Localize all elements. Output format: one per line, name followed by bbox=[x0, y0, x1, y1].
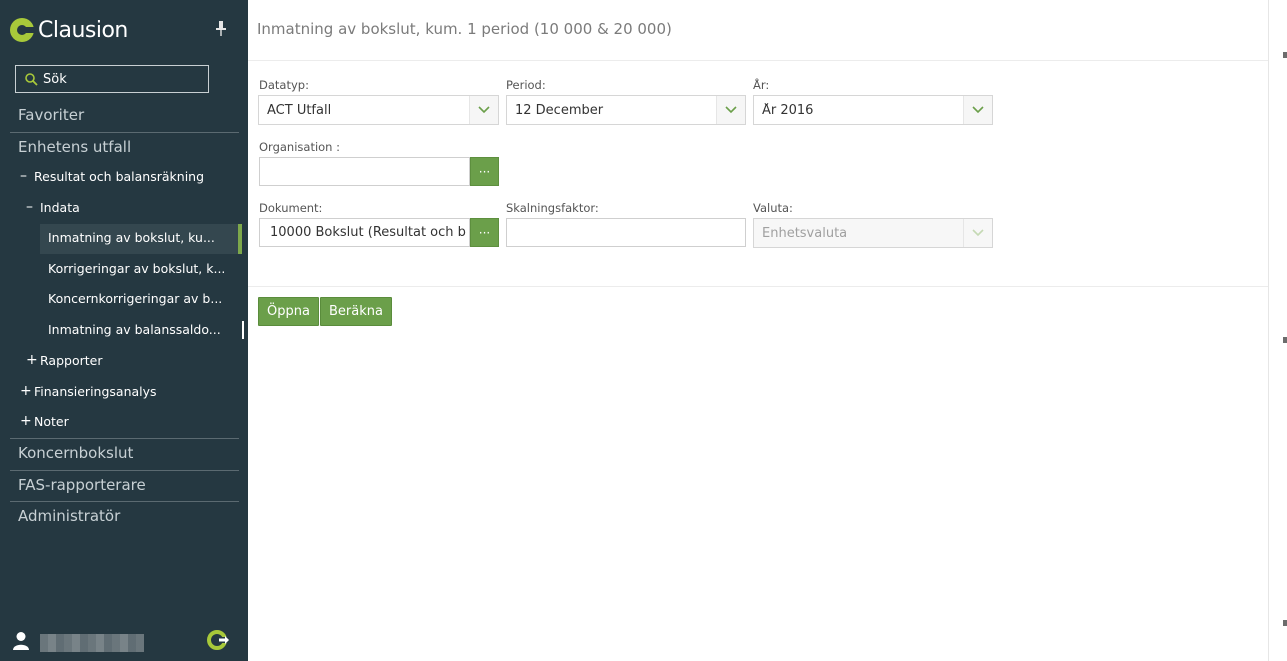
chevron-down-icon bbox=[963, 219, 992, 247]
dokument-browse-button[interactable]: ··· bbox=[470, 218, 499, 247]
scrollbar-track[interactable] bbox=[1268, 0, 1269, 661]
section-koncernbokslut[interactable]: Koncernbokslut bbox=[18, 444, 133, 462]
ar-value: År 2016 bbox=[762, 102, 814, 118]
edge-marker bbox=[1283, 52, 1287, 58]
header-divider bbox=[248, 60, 1268, 61]
section-administrator[interactable]: Administratör bbox=[18, 507, 120, 525]
search-box[interactable] bbox=[15, 65, 209, 93]
pin-icon[interactable] bbox=[216, 21, 226, 41]
valuta-value: Enhetsvaluta bbox=[762, 225, 848, 241]
divider bbox=[10, 438, 239, 439]
ar-select[interactable]: År 2016 bbox=[753, 95, 993, 125]
sidebar-item-inmatning-balanssaldo[interactable]: Inmatning av balanssaldo... bbox=[48, 322, 221, 337]
sidebar-item-inmatning-bokslut[interactable]: Inmatning av bokslut, ku... bbox=[48, 230, 215, 245]
organisation-label: Organisation : bbox=[259, 140, 341, 154]
organisation-input[interactable] bbox=[259, 157, 470, 186]
expand-icon: + bbox=[26, 352, 38, 368]
divider bbox=[10, 470, 239, 471]
logo-text: Clausion bbox=[38, 17, 128, 43]
collapse-icon: – bbox=[20, 168, 27, 184]
user-icon[interactable] bbox=[12, 631, 30, 655]
sidebar-item-korrigeringar[interactable]: Korrigeringar av bokslut, k... bbox=[48, 261, 225, 276]
skalningsfaktor-label: Skalningsfaktor: bbox=[506, 201, 599, 215]
main-content: Inmatning av bokslut, kum. 1 period (10 … bbox=[248, 0, 1287, 661]
expand-icon: + bbox=[20, 413, 32, 429]
tree-node-rapporter[interactable]: + Rapporter bbox=[26, 352, 102, 368]
section-enhetens-utfall[interactable]: Enhetens utfall bbox=[18, 138, 131, 156]
tree-node-label: Resultat och balansräkning bbox=[34, 168, 205, 184]
logout-icon[interactable] bbox=[207, 630, 229, 654]
chevron-down-icon[interactable] bbox=[469, 96, 498, 124]
section-favoriter[interactable]: Favoriter bbox=[18, 106, 84, 124]
sidebar: Clausion Favoriter Enhetens utfall – Res… bbox=[0, 0, 248, 661]
tree-node-label: Rapporter bbox=[40, 352, 103, 368]
sidebar-item-koncernkorrigeringar[interactable]: Koncernkorrigeringar av b... bbox=[48, 291, 222, 306]
tree-node-label: Indata bbox=[40, 199, 80, 215]
calculate-button[interactable]: Beräkna bbox=[320, 297, 392, 326]
page-title: Inmatning av bokslut, kum. 1 period (10 … bbox=[257, 20, 672, 38]
tree-node-label: Noter bbox=[34, 413, 69, 429]
period-value: 12 December bbox=[515, 102, 604, 118]
collapse-icon: – bbox=[26, 199, 33, 215]
dokument-value: 10000 Bokslut (Resultat och b bbox=[270, 225, 466, 240]
expand-icon: + bbox=[20, 383, 32, 399]
search-icon bbox=[25, 72, 38, 86]
form-divider bbox=[248, 286, 1268, 287]
period-label: Period: bbox=[506, 78, 546, 92]
datatyp-value: ACT Utfall bbox=[267, 102, 332, 118]
tree-node-label: Finansieringsanalys bbox=[34, 383, 157, 399]
user-name-redacted bbox=[40, 634, 144, 652]
dokument-label: Dokument: bbox=[259, 201, 323, 215]
logo-mark-icon bbox=[10, 18, 34, 42]
skalningsfaktor-input[interactable] bbox=[506, 218, 746, 247]
divider bbox=[10, 501, 239, 502]
chevron-down-icon[interactable] bbox=[716, 96, 745, 124]
ar-label: År: bbox=[753, 78, 770, 92]
search-input[interactable] bbox=[43, 71, 193, 87]
dokument-input[interactable]: 10000 Bokslut (Resultat och b bbox=[259, 218, 470, 247]
tree-node-resultat[interactable]: – Resultat och balansräkning bbox=[20, 168, 204, 184]
datatyp-label: Datatyp: bbox=[259, 78, 309, 92]
valuta-label: Valuta: bbox=[753, 201, 793, 215]
open-button[interactable]: Öppna bbox=[258, 297, 319, 326]
section-fas-rapporterare[interactable]: FAS-rapporterare bbox=[18, 476, 146, 494]
divider bbox=[10, 132, 239, 133]
tree-node-noter[interactable]: + Noter bbox=[20, 413, 69, 429]
tree-node-finansieringsanalys[interactable]: + Finansieringsanalys bbox=[20, 383, 157, 399]
edge-marker bbox=[1283, 337, 1287, 343]
edge-marker bbox=[1283, 620, 1287, 626]
scroll-marker bbox=[242, 321, 244, 339]
valuta-select: Enhetsvaluta bbox=[753, 218, 993, 248]
organisation-browse-button[interactable]: ··· bbox=[470, 157, 499, 186]
period-select[interactable]: 12 December bbox=[506, 95, 746, 125]
clausion-logo: Clausion bbox=[10, 16, 128, 44]
tree-node-indata[interactable]: – Indata bbox=[26, 199, 80, 215]
chevron-down-icon[interactable] bbox=[963, 96, 992, 124]
datatyp-select[interactable]: ACT Utfall bbox=[258, 95, 499, 125]
